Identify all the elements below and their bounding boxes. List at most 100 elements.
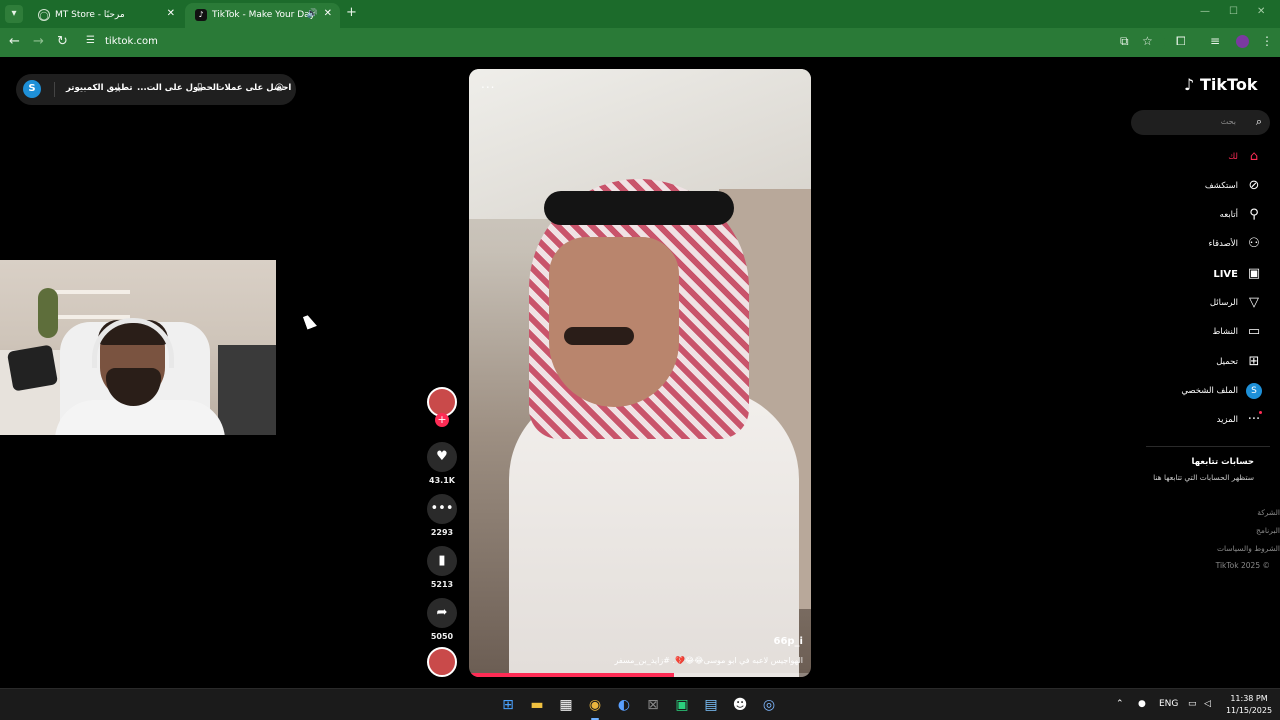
footer-company-link[interactable]: الشركة — [1257, 508, 1280, 517]
divider — [1146, 446, 1270, 447]
xbox-icon[interactable]: ⊠ — [643, 695, 663, 715]
tiktok-icon: ♪ — [1184, 75, 1195, 94]
divider — [54, 82, 55, 97]
nav-following[interactable]: ⚲ أتابعه — [1130, 206, 1270, 226]
nav-messages[interactable]: ▽ الرسائل — [1130, 294, 1270, 314]
share-count: 5050 — [430, 632, 454, 641]
start-icon[interactable]: ⊞ — [498, 695, 518, 715]
language-indicator[interactable]: ENG — [1159, 699, 1178, 709]
shelf — [55, 315, 130, 319]
tiktok-logo[interactable]: ♪ TikTok — [1184, 75, 1257, 94]
notification-dot — [1259, 411, 1262, 414]
url-text: tiktok.com — [105, 36, 158, 47]
profile-icon: S — [1246, 383, 1262, 399]
clock[interactable]: 11:38 PM 11/15/2025 — [1224, 693, 1274, 717]
close-icon[interactable]: ✕ — [324, 8, 332, 19]
following-accounts-title: حسابات تتابعها — [1191, 457, 1255, 467]
tiktok-icon: ♪ — [195, 9, 207, 21]
save-count: 5213 — [430, 580, 454, 589]
tab-search-button[interactable]: ▾ — [5, 5, 23, 23]
nav-activity[interactable]: ▭ النشاط — [1130, 323, 1270, 343]
media-controls-icon[interactable]: ≡ — [1210, 34, 1220, 48]
tab-tiktok[interactable]: ♪ TikTok - Make Your Day 🔊 ✕ — [185, 3, 340, 28]
profile-avatar[interactable] — [1236, 35, 1249, 48]
search-icon[interactable]: ⌕ — [1256, 115, 1262, 129]
live-icon: ▣ — [1247, 266, 1261, 281]
nav-friends[interactable]: ⚇ الأصدقاء — [1130, 235, 1270, 255]
nav-label: الرسائل — [1209, 298, 1238, 308]
minimize-icon[interactable]: — — [1200, 6, 1210, 17]
menu-icon[interactable]: ⋮ — [1261, 34, 1273, 48]
chevron-up-icon[interactable]: ⌃ — [1116, 699, 1124, 709]
bookmark-star-icon[interactable]: ☆ — [1142, 34, 1153, 48]
address-bar[interactable]: ☰ tiktok.com — [80, 31, 1165, 53]
tab-title: TikTok - Make Your Day — [212, 10, 316, 20]
video-player[interactable]: ... 66p_i الهواجيس لاعبه في ابو موسى😂😂💔.… — [469, 69, 811, 677]
nav-profile[interactable]: S الملف الشخصي — [1130, 382, 1270, 402]
footer-terms-link[interactable]: الشروط والسياسات — [1217, 544, 1280, 553]
get-app-button[interactable]: الحصول على الت... — [137, 83, 219, 93]
back-icon[interactable]: ← — [9, 34, 20, 49]
time: 11:38 PM — [1230, 694, 1268, 703]
reload-icon[interactable]: ↻ — [57, 34, 68, 49]
date: 11/15/2025 — [1225, 706, 1273, 715]
speaker-icon[interactable]: 🔊 — [307, 9, 318, 19]
nav-label: تحميل — [1216, 357, 1238, 367]
nav-upload[interactable]: ⊞ تحميل — [1130, 353, 1270, 373]
video-author[interactable]: 66p_i — [773, 636, 803, 647]
windows-taskbar: ⊞ ▬ ▦ ◉ ◐ ⊠ ▣ ▤ ☻ ◎ ⌃ ● ENG ▭ ◁ 11:38 PM… — [0, 688, 1280, 720]
nav-for-you[interactable]: ⌂ لك — [1130, 148, 1270, 168]
top-actions-pill: S ⤓ تطبيق الكمبيوتر ▯ الحصول على الت... … — [16, 74, 296, 105]
close-icon[interactable]: ✕ — [167, 8, 175, 19]
follow-plus-icon[interactable]: + — [435, 413, 449, 427]
nav-label: النشاط — [1212, 327, 1238, 337]
like-count: 43.1K — [429, 476, 455, 485]
app-icon[interactable]: ◐ — [614, 695, 634, 715]
nav-label: أتابعه — [1219, 210, 1238, 220]
shelf — [55, 290, 130, 294]
close-window-icon[interactable]: ✕ — [1257, 6, 1265, 17]
search-input[interactable]: بحث ⌕ — [1131, 110, 1270, 135]
notepad-icon[interactable]: ▤ — [701, 695, 721, 715]
network-icon[interactable]: ▭ — [1188, 699, 1197, 709]
get-coins-button[interactable]: احصل على عملات — [216, 83, 291, 93]
globe-icon: ◯ — [38, 9, 50, 21]
heart-icon[interactable]: ♥ — [427, 442, 457, 472]
extensions-icon[interactable]: ⧠ — [1176, 34, 1186, 49]
sound-disc-avatar[interactable] — [427, 647, 457, 677]
following-icon: ⚲ — [1249, 207, 1259, 222]
video-menu-button[interactable]: ... — [481, 77, 495, 91]
nav-label: LIVE — [1213, 269, 1238, 280]
tab-title: MT Store - مرحبًا — [55, 10, 125, 20]
desktop-app-button[interactable]: تطبيق الكمبيوتر — [66, 83, 133, 93]
nav-live[interactable]: ▣ LIVE — [1130, 265, 1270, 285]
microphone-icon[interactable]: ● — [1138, 699, 1146, 709]
tab-mt-store[interactable]: ◯ MT Store - مرحبًا ✕ — [28, 3, 183, 28]
footer-program-link[interactable]: البرنامج — [1256, 526, 1280, 535]
browser-tab-bar: ▾ ◯ MT Store - مرحبًا ✕ ♪ TikTok - Make … — [0, 0, 1280, 28]
volume-icon[interactable]: ◁ — [1204, 699, 1211, 709]
share-icon[interactable]: ➦ — [427, 598, 457, 628]
cast-icon[interactable]: ⧉ — [1120, 34, 1129, 49]
steam-icon[interactable]: ◎ — [759, 695, 779, 715]
app-icon[interactable]: ☻ — [730, 695, 750, 715]
nav-label: لك — [1228, 152, 1238, 162]
app-icon[interactable]: ▣ — [672, 695, 692, 715]
friends-icon: ⚇ — [1248, 236, 1260, 251]
store-icon[interactable]: ▦ — [556, 695, 576, 715]
new-tab-button[interactable]: + — [346, 5, 357, 20]
comment-icon[interactable]: ••• — [427, 494, 457, 524]
forward-icon[interactable]: → — [33, 34, 44, 49]
maximize-icon[interactable]: ☐ — [1229, 6, 1238, 17]
chrome-icon[interactable]: ◉ — [585, 695, 605, 720]
site-info-icon[interactable]: ☰ — [86, 35, 95, 46]
bookmark-icon[interactable]: ▮ — [427, 546, 457, 576]
user-avatar[interactable]: S — [23, 80, 41, 98]
video-progress-bar[interactable] — [469, 673, 811, 677]
nav-more[interactable]: ··· المزيد — [1130, 411, 1270, 431]
home-icon: ⌂ — [1249, 149, 1259, 164]
tiktok-page: S ⤓ تطبيق الكمبيوتر ▯ الحصول على الت... … — [0, 57, 1280, 688]
video-caption: الهواجيس لاعبه في ابو موسى😂😂💔. #زايد_بن_… — [614, 656, 804, 665]
nav-explore[interactable]: ⊘ استكشف — [1130, 177, 1270, 197]
file-explorer-icon[interactable]: ▬ — [527, 695, 547, 715]
